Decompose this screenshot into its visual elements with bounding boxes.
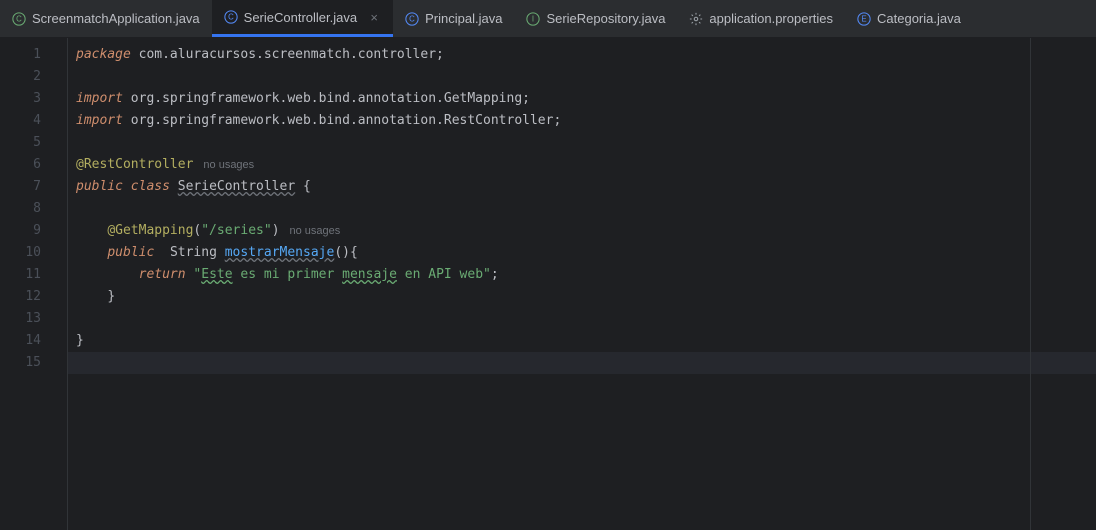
svg-text:C: C xyxy=(228,13,234,22)
tab-label: Principal.java xyxy=(425,11,502,26)
code-line xyxy=(76,308,1096,330)
line-number: 4 xyxy=(0,110,67,132)
svg-text:E: E xyxy=(861,14,866,23)
right-margin xyxy=(1030,38,1031,530)
line-number: 1 xyxy=(0,44,67,66)
code-line xyxy=(68,352,1096,374)
line-number: 11 xyxy=(0,264,67,286)
tab-label: ScreenmatchApplication.java xyxy=(32,11,200,26)
line-number: 2 xyxy=(0,66,67,88)
file-type-icon: I xyxy=(526,12,540,26)
svg-text:I: I xyxy=(532,14,534,23)
line-number: 6 xyxy=(0,154,67,176)
code-line xyxy=(76,132,1096,154)
code-editor[interactable]: package com.aluracursos.screenmatch.cont… xyxy=(68,38,1096,530)
code-line: package com.aluracursos.screenmatch.cont… xyxy=(76,44,1096,66)
gutter: 123456789101112131415 xyxy=(0,38,68,530)
line-number: 7 xyxy=(0,176,67,198)
line-number: 3 xyxy=(0,88,67,110)
inlay-hint: no usages xyxy=(280,225,341,237)
tab-label: Categoria.java xyxy=(877,11,961,26)
gear-icon xyxy=(689,12,703,26)
line-number: 10 xyxy=(0,242,67,264)
svg-text:C: C xyxy=(409,14,415,23)
line-number: 15 xyxy=(0,352,67,374)
code-line xyxy=(76,198,1096,220)
tab-label: application.properties xyxy=(709,11,833,26)
tab-seriecontroller-java[interactable]: C SerieController.java × xyxy=(212,0,393,37)
line-number: 9 xyxy=(0,220,67,242)
code-line: import org.springframework.web.bind.anno… xyxy=(76,110,1096,132)
tab-label: SerieController.java xyxy=(244,10,357,25)
file-type-icon: E xyxy=(857,12,871,26)
inlay-hint: no usages xyxy=(193,159,254,171)
line-number: 8 xyxy=(0,198,67,220)
code-line: @RestControllerno usages xyxy=(76,154,1096,176)
code-line: import org.springframework.web.bind.anno… xyxy=(76,88,1096,110)
editor-tabs: C ScreenmatchApplication.java C SerieContro… xyxy=(0,0,1096,38)
code-line: } xyxy=(76,330,1096,352)
line-number: 5 xyxy=(0,132,67,154)
close-icon[interactable]: × xyxy=(367,10,381,24)
file-type-icon: C xyxy=(405,12,419,26)
code-line xyxy=(76,66,1096,88)
code-line: public String mostrarMensaje(){ xyxy=(76,242,1096,264)
tab-categoria-java[interactable]: E Categoria.java xyxy=(845,0,973,37)
tab-application-properties[interactable]: application.properties xyxy=(677,0,845,37)
line-number: 12 xyxy=(0,286,67,308)
code-line: } xyxy=(76,286,1096,308)
code-line: @GetMapping("/series")no usages xyxy=(76,220,1096,242)
tab-serierepository-java[interactable]: I SerieRepository.java xyxy=(514,0,677,37)
line-number: 14 xyxy=(0,330,67,352)
line-number: 13 xyxy=(0,308,67,330)
code-line: return "Este es mi primer mensaje en API… xyxy=(76,264,1096,286)
editor-area: 123456789101112131415 package com.alurac… xyxy=(0,38,1096,530)
file-type-icon: C xyxy=(12,12,26,26)
file-type-icon: C xyxy=(224,10,238,24)
svg-text:C: C xyxy=(16,14,22,23)
tab-label: SerieRepository.java xyxy=(546,11,665,26)
tab-screenmatchapplication-java[interactable]: C ScreenmatchApplication.java xyxy=(0,0,212,37)
tab-principal-java[interactable]: C Principal.java xyxy=(393,0,514,37)
code-line: public class SerieController { xyxy=(76,176,1096,198)
